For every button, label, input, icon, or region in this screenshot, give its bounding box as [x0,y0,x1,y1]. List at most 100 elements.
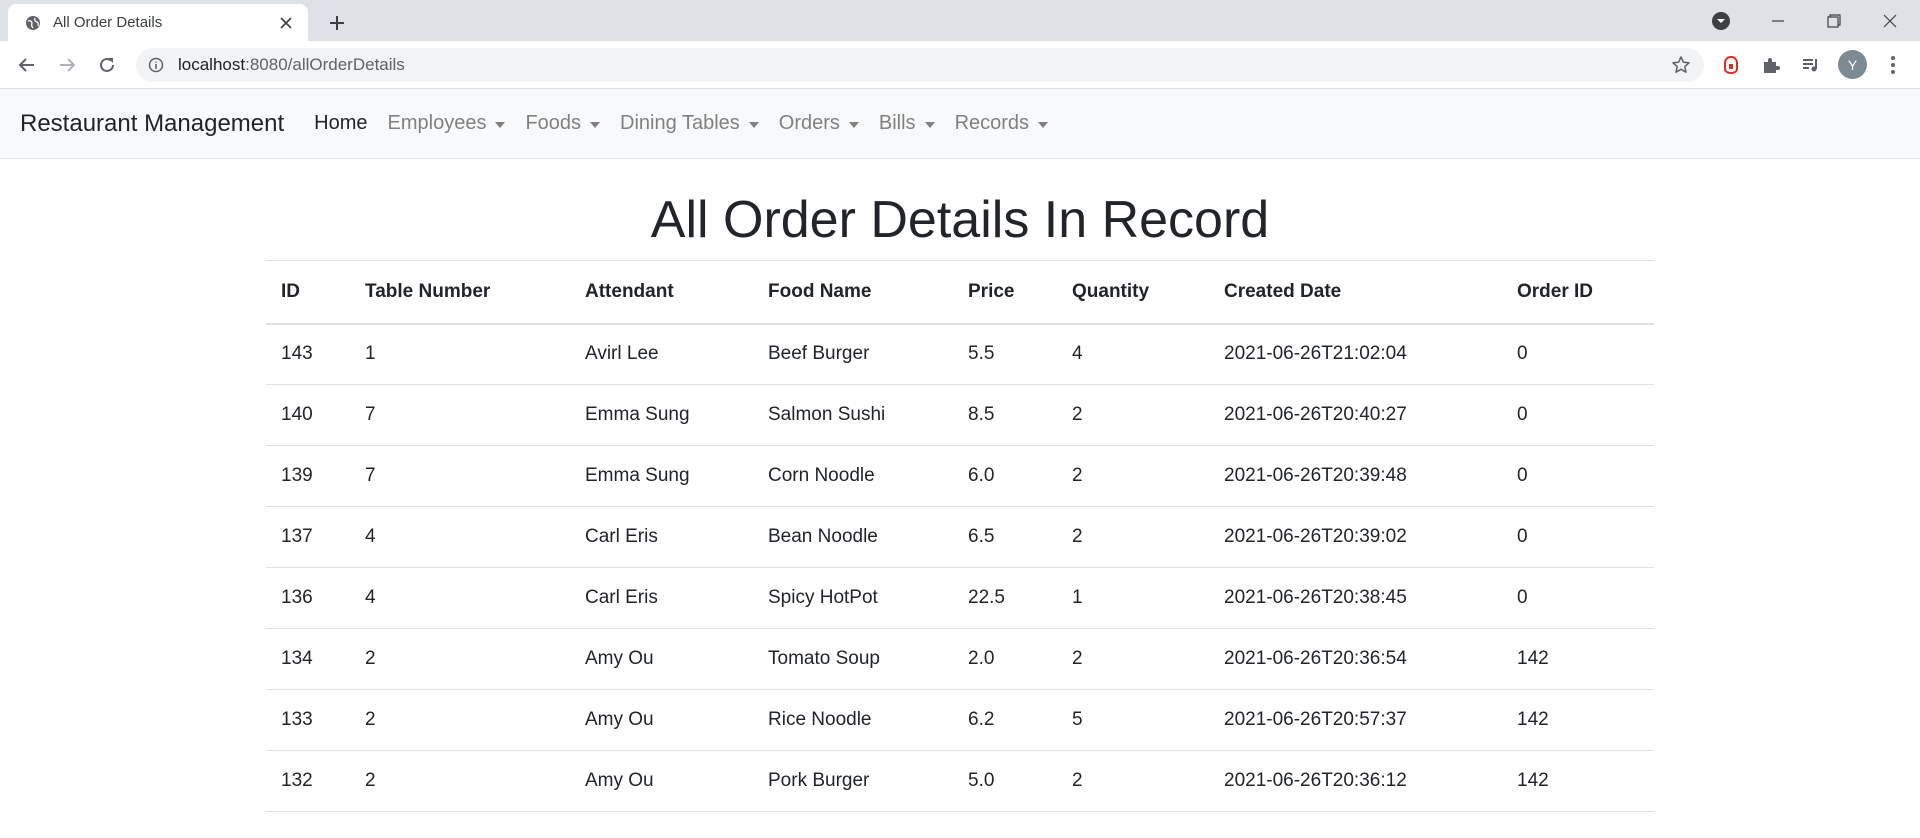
cell-attendant: Carl Eris [570,567,753,629]
cell-price: 5.0 [953,750,1057,812]
url-text: localhost:8080/allOrderDetails [178,55,1666,75]
cell-attendant: Amy Ou [570,628,753,690]
back-arrow-icon[interactable] [12,50,42,80]
cell-created-date: 2021-06-26T20:36:12 [1209,750,1502,812]
nav-home[interactable]: Home [314,112,367,135]
caret-down-icon [848,121,859,128]
nav-employees-dropdown[interactable]: Employees [388,112,506,135]
table-row: 140 7 Emma Sung Salmon Sushi 8.5 2 2021-06-26T… [266,384,1654,446]
table-row: 134 2 Amy Ou Tomato Soup 2.0 2 2021-06-26T20:3… [266,628,1654,690]
caret-down-icon [590,121,601,128]
minimize-icon[interactable] [1750,0,1806,41]
nav-dining-tables-label: Dining Tables [620,112,740,134]
browser-menu-icon[interactable] [1878,50,1908,80]
cell-quantity: 2 [1057,384,1209,446]
cell-id: 143 [266,323,350,385]
cell-price: 5.5 [953,323,1057,385]
bookmark-star-icon[interactable] [1666,50,1696,80]
cell-attendant: Carl Eris [570,506,753,568]
nav-bills-dropdown[interactable]: Bills [879,112,935,135]
browser-tab-strip: All Order Details [0,0,1920,41]
cell-attendant: Amy Ou [570,689,753,751]
nav-bills-label: Bills [878,112,916,134]
nav-foods-dropdown[interactable]: Foods [525,112,601,135]
column-header-food-name: Food Name [753,260,953,325]
nav-dining-tables-dropdown[interactable]: Dining Tables [620,112,759,135]
cell-quantity: 2 [1057,750,1209,812]
cell-created-date: 2021-06-26T21:02:04 [1209,323,1502,385]
profile-avatar[interactable]: Y [1838,50,1867,79]
cell-attendant: Emma Sung [570,384,753,446]
cell-id: 132 [266,750,350,812]
caret-down-icon [924,121,935,128]
cell-table-number: 2 [350,628,570,690]
extension-red-icon[interactable] [1716,50,1746,80]
tab-title: All Order Details [53,14,163,31]
cell-table-number: 7 [350,445,570,507]
caret-down-icon [748,121,759,128]
cell-table-number: 7 [350,384,570,446]
cell-food-name: Bean Noodle [753,506,953,568]
table-row: 139 7 Emma Sung Corn Noodle 6.0 2 2021-06-26T2… [266,445,1654,507]
column-header-created-date: Created Date [1209,260,1502,325]
table-body: 143 1 Avirl Lee Beef Burger 5.5 4 2021-06-26T2… [266,323,1654,812]
caret-down-icon [1038,121,1049,128]
cell-id: 139 [266,445,350,507]
cell-quantity: 2 [1057,628,1209,690]
column-header-order-id: Order ID [1502,260,1654,325]
close-window-icon[interactable] [1862,0,1918,41]
cell-table-number: 4 [350,567,570,629]
column-header-attendant: Attendant [570,260,753,325]
cell-food-name: Beef Burger [753,323,953,385]
url-path: :8080/allOrderDetails [245,55,405,74]
caret-down-icon [495,121,506,128]
column-header-id: ID [266,260,350,325]
cell-id: 137 [266,506,350,568]
cell-quantity: 4 [1057,323,1209,385]
site-info-icon[interactable] [148,57,164,73]
close-tab-icon[interactable] [276,13,296,33]
media-queue-icon[interactable] [1796,50,1826,80]
cell-created-date: 2021-06-26T20:39:02 [1209,506,1502,568]
address-bar[interactable]: localhost:8080/allOrderDetails [136,48,1704,82]
extensions-puzzle-icon[interactable] [1756,50,1786,80]
cell-attendant: Avirl Lee [570,323,753,385]
cell-order-id: 142 [1502,750,1654,812]
cell-created-date: 2021-06-26T20:36:54 [1209,628,1502,690]
cell-quantity: 2 [1057,506,1209,568]
reload-icon[interactable] [92,50,122,80]
nav-records-dropdown[interactable]: Records [955,112,1049,135]
new-tab-icon[interactable] [323,9,351,37]
browser-toolbar: localhost:8080/allOrderDetails Y [0,41,1920,89]
tab-search-icon[interactable] [1710,10,1732,32]
cell-attendant: Amy Ou [570,750,753,812]
cell-created-date: 2021-06-26T20:38:45 [1209,567,1502,629]
order-details-table-container: ID Table Number Attendant Food Name Price Qua… [266,260,1654,812]
navbar-brand[interactable]: Restaurant Management [20,110,284,138]
cell-id: 136 [266,567,350,629]
restore-icon[interactable] [1806,0,1862,41]
table-row: 136 4 Carl Eris Spicy HotPot 22.5 1 2021-06-26… [266,567,1654,629]
cell-price: 6.0 [953,445,1057,507]
column-header-quantity: Quantity [1057,260,1209,325]
table-row: 137 4 Carl Eris Bean Noodle 6.5 2 2021-06-26T2… [266,506,1654,568]
cell-quantity: 5 [1057,689,1209,751]
cell-order-id: 142 [1502,689,1654,751]
cell-order-id: 0 [1502,445,1654,507]
table-row: 143 1 Avirl Lee Beef Burger 5.5 4 2021-06-26T2… [266,323,1654,385]
cell-order-id: 0 [1502,567,1654,629]
nav-orders-label: Orders [778,112,840,134]
cell-price: 8.5 [953,384,1057,446]
cell-created-date: 2021-06-26T20:39:48 [1209,445,1502,507]
table-row: 132 2 Amy Ou Pork Burger 5.0 2 2021-06-26T20:3… [266,750,1654,812]
page-title: All Order Details In Record [650,191,1270,249]
column-header-table-number: Table Number [350,260,570,325]
cell-food-name: Salmon Sushi [753,384,953,446]
globe-icon [25,15,41,31]
cell-price: 6.2 [953,689,1057,751]
cell-attendant: Emma Sung [570,445,753,507]
cell-quantity: 1 [1057,567,1209,629]
nav-orders-dropdown[interactable]: Orders [779,112,859,135]
browser-tab-active[interactable]: All Order Details [8,4,308,41]
forward-arrow-icon[interactable] [52,50,82,80]
